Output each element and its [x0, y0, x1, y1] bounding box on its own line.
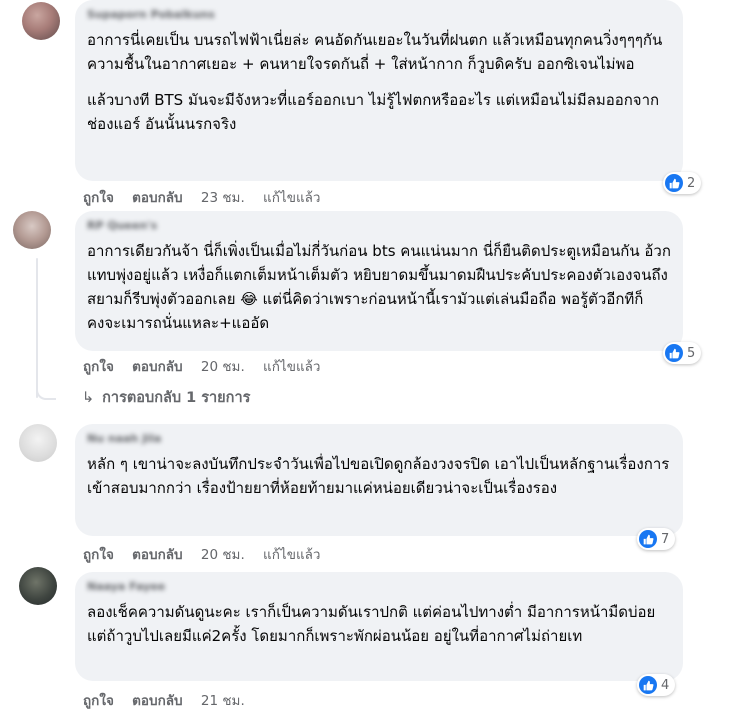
reaction-count[interactable]: 2 — [663, 172, 702, 194]
avatar[interactable] — [19, 567, 57, 605]
replies-label: การตอบกลับ 1 รายการ — [102, 390, 251, 406]
reaction-count[interactable]: 4 — [637, 674, 676, 696]
comment-bubble: Naaya Fayee ลองเช็คความดันดูนะคะ เราก็เป… — [75, 572, 683, 681]
avatar[interactable] — [13, 211, 51, 249]
comment-author[interactable]: Supaporn Pobalkuns — [87, 8, 671, 22]
comment-text: ลองเช็คความดันดูนะคะ เราก็เป็นความดันเรา… — [87, 600, 671, 648]
reply-thread-connector — [36, 380, 56, 400]
comment-text: หลัก ๆ เขาน่าจะลงบันทึกประจำวันเพื่อไปขอ… — [87, 452, 671, 500]
comment-paragraph: หลัก ๆ เขาน่าจะลงบันทึกประจำวันเพื่อไปขอ… — [87, 455, 670, 497]
timestamp[interactable]: 20 ชม. — [201, 359, 245, 375]
reaction-number: 4 — [661, 677, 670, 693]
reaction-count[interactable]: 5 — [663, 342, 702, 364]
comment-actions: ถูกใจ ตอบกลับ 21 ชม. — [83, 689, 259, 711]
timestamp[interactable]: 23 ชม. — [201, 190, 245, 206]
thumbs-up-icon — [665, 174, 683, 192]
comment-text: อาการเดียวกันจ้า นี่ก็เพิ่งเป็นเมื่อไม่ก… — [87, 239, 671, 335]
view-replies-link[interactable]: ↳ การตอบกลับ 1 รายการ — [82, 386, 250, 409]
timestamp[interactable]: 21 ชม. — [201, 693, 245, 709]
comment-author[interactable]: RP Queen's — [87, 219, 671, 233]
reaction-number: 7 — [661, 531, 670, 547]
comment-paragraph: ลองเช็คความดันดูนะคะ เราก็เป็นความดันเรา… — [87, 603, 656, 645]
thumbs-up-icon — [665, 344, 683, 362]
comment-actions: ถูกใจ ตอบกลับ 20 ชม. แก้ไขแล้ว — [83, 543, 335, 565]
comment-author[interactable]: Naaya Fayee — [87, 580, 671, 594]
edited-label: แก้ไขแล้ว — [263, 359, 321, 375]
edited-label: แก้ไขแล้ว — [263, 190, 321, 206]
comment-paragraph: อาการนี่เคยเป็น บนรถไฟฟ้าเนี่ยล่ะ คนอัดก… — [87, 31, 663, 73]
comment-bubble: Supaporn Pobalkuns อาการนี่เคยเป็น บนรถไ… — [75, 0, 683, 181]
comment-author[interactable]: Nu naah Jila — [87, 432, 671, 446]
comment-bubble: RP Queen's อาการเดียวกันจ้า นี่ก็เพิ่งเป… — [75, 211, 683, 351]
thumbs-up-icon — [639, 530, 657, 548]
timestamp[interactable]: 20 ชม. — [201, 547, 245, 563]
reply-link[interactable]: ตอบกลับ — [132, 547, 182, 563]
comment-actions: ถูกใจ ตอบกลับ 23 ชม. แก้ไขแล้ว — [83, 186, 335, 208]
avatar[interactable] — [22, 2, 60, 40]
reaction-number: 5 — [687, 345, 696, 361]
comment-bubble: Nu naah Jila หลัก ๆ เขาน่าจะลงบันทึกประจ… — [75, 424, 683, 536]
like-link[interactable]: ถูกใจ — [83, 359, 114, 375]
reaction-count[interactable]: 7 — [637, 528, 676, 550]
reply-arrow-icon: ↳ — [82, 390, 95, 406]
reply-link[interactable]: ตอบกลับ — [132, 693, 182, 709]
thumbs-up-icon — [639, 676, 657, 694]
reply-link[interactable]: ตอบกลับ — [132, 190, 182, 206]
reply-link[interactable]: ตอบกลับ — [132, 359, 182, 375]
comment-text: อาการนี่เคยเป็น บนรถไฟฟ้าเนี่ยล่ะ คนอัดก… — [87, 28, 671, 136]
like-link[interactable]: ถูกใจ — [83, 693, 114, 709]
edited-label: แก้ไขแล้ว — [263, 547, 321, 563]
like-link[interactable]: ถูกใจ — [83, 190, 114, 206]
avatar[interactable] — [19, 424, 57, 462]
comment-paragraph: แล้วบางที BTS มันจะมีจังหวะที่แอร์ออกเบา… — [87, 91, 660, 133]
comment-actions: ถูกใจ ตอบกลับ 20 ชม. แก้ไขแล้ว — [83, 355, 335, 377]
reply-thread-line — [36, 258, 38, 398]
reaction-number: 2 — [687, 175, 696, 191]
like-link[interactable]: ถูกใจ — [83, 547, 114, 563]
comment-paragraph: อาการเดียวกันจ้า นี่ก็เพิ่งเป็นเมื่อไม่ก… — [87, 242, 671, 332]
